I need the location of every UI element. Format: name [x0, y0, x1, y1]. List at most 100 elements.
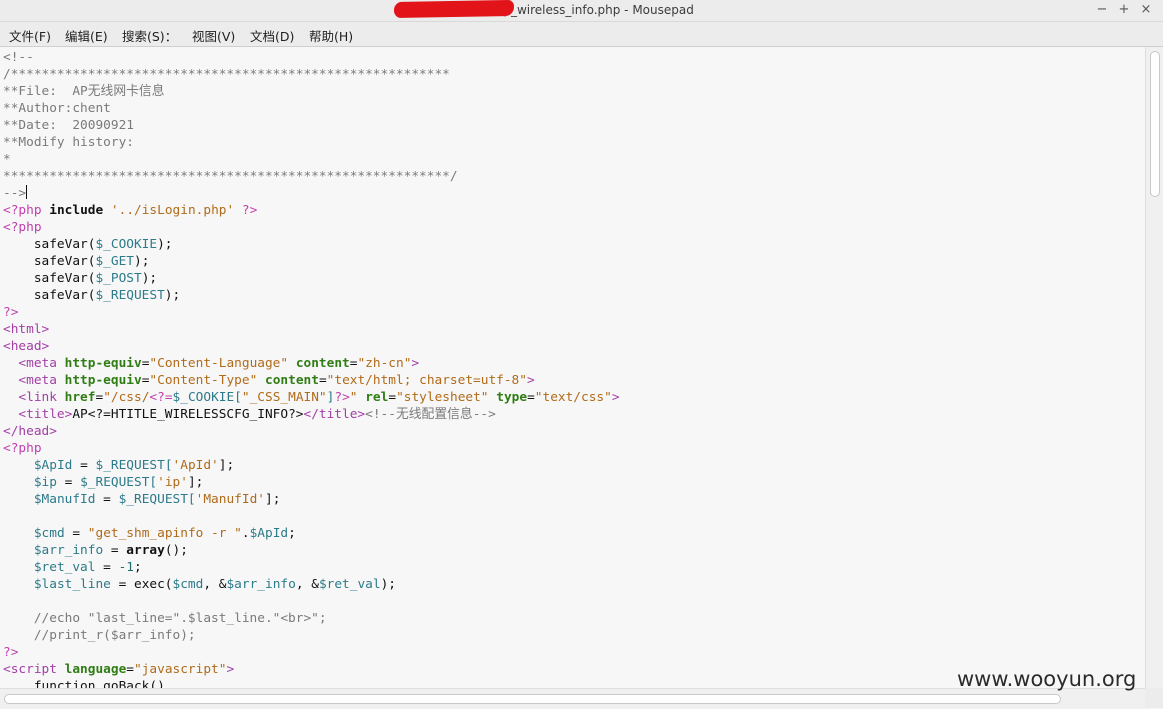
code-line: //print_r($arr_info); — [3, 627, 620, 644]
code-token: ?> — [3, 305, 19, 320]
code-token: type — [496, 390, 528, 405]
code-token: = — [72, 458, 96, 473]
code-token: <link — [3, 390, 65, 405]
code-token: $ip — [33, 475, 57, 490]
code-line: <title>AP<?=HTITLE_WIRELESSCFG_INFO?></t… — [3, 406, 620, 423]
code-token: , & — [295, 577, 319, 592]
code-token: $_REQUEST[ — [80, 475, 158, 490]
code-token: </title> — [303, 407, 366, 422]
menu-document[interactable]: 文档(D) — [250, 26, 294, 45]
menu-help[interactable]: 帮助(H) — [309, 26, 353, 45]
code-token: safeVar( — [3, 271, 96, 286]
code-line: --> — [3, 185, 620, 202]
code-token: ); — [133, 254, 150, 269]
code-line: //echo "last_line=".$last_line."<br>"; — [3, 610, 620, 627]
code-token: $_COOKIE[ — [172, 390, 242, 405]
code-line: <script language="javascript"> — [3, 661, 620, 678]
code-token: <meta — [3, 356, 65, 371]
horizontal-scrollbar[interactable] — [0, 688, 1145, 709]
code-token: "text/html; charset=utf-8" — [326, 373, 527, 388]
code-line: **File: AP无线网卡信息 — [3, 83, 620, 100]
watermark: www.wooyun.org — [957, 667, 1137, 691]
menu-file[interactable]: 文件(F) — [9, 26, 51, 45]
code-line: **Date: 20090921 — [3, 117, 620, 134]
text-cursor — [26, 185, 28, 199]
code-token: <!-- — [3, 50, 34, 65]
code-token: /***************************************… — [3, 67, 450, 82]
code-line: **Modify history: — [3, 134, 620, 151]
code-line: ****************************************… — [3, 168, 620, 185]
code-token: "javascript" — [134, 662, 227, 677]
code-token: > — [611, 390, 620, 405]
code-token: safeVar( — [3, 288, 96, 303]
code-token: , & — [203, 577, 227, 592]
code-token: http-equiv — [64, 373, 142, 388]
window-title: / ap/ap_wireless_info.php - Mousepad — [469, 3, 694, 17]
code-token: "Content-Type" — [149, 373, 258, 388]
menu-bar: 文件(F) 编辑(E) 搜索(S)： 视图(V) 文档(D) 帮助(H) — [0, 22, 1163, 47]
scrollbar-corner — [1145, 688, 1163, 708]
code-token: **Author:chent — [3, 101, 111, 116]
code-line: <meta http-equiv="Content-Type" content=… — [3, 372, 620, 389]
code-token: 'ip' — [157, 475, 188, 490]
minimize-button[interactable]: − — [1093, 2, 1111, 18]
menu-search[interactable]: 搜索(S)： — [122, 26, 177, 45]
code-token: safeVar( — [3, 237, 96, 252]
code-token: = — [103, 543, 127, 558]
menu-view[interactable]: 视图(V) — [192, 26, 235, 45]
code-line: <html> — [3, 321, 620, 338]
code-token: $arr_info — [33, 543, 104, 558]
code-token: ; — [134, 560, 142, 575]
code-token: ; — [288, 526, 296, 541]
redaction-mark — [393, 0, 515, 19]
code-token: = — [318, 373, 327, 388]
menu-edit[interactable]: 编辑(E) — [65, 26, 108, 45]
code-line: $arr_info = array(); — [3, 542, 620, 559]
code-token: AP<?=HTITLE_WIRELESSCFG_INFO?> — [72, 407, 304, 422]
code-line: ?> — [3, 644, 620, 661]
code-line: <!-- — [3, 49, 620, 66]
code-token: $_REQUEST[ — [118, 492, 196, 507]
code-line: safeVar($_POST); — [3, 270, 620, 287]
code-token: ); — [141, 271, 158, 286]
code-token: $_REQUEST[ — [95, 458, 173, 473]
code-token: = — [527, 390, 535, 405]
code-line: $ret_val = -1; — [3, 559, 620, 576]
title-bar[interactable]: / ap/ap_wireless_info.php - Mousepad − +… — [0, 0, 1163, 22]
code-token: content — [265, 373, 319, 388]
code-token: "_CSS_MAIN" — [241, 390, 327, 405]
code-token: <script — [3, 662, 65, 677]
code-token: "zh-cn" — [357, 356, 412, 371]
code-token: --> — [3, 186, 27, 201]
code-token: "get_shm_apinfo -r " — [87, 526, 242, 541]
code-token: "stylesheet" — [396, 390, 489, 405]
editor-text-area[interactable]: <!-- /***********************************… — [0, 47, 1145, 688]
code-token: "Content-Language" — [149, 356, 289, 371]
code-token: $ret_val — [33, 560, 96, 575]
code-line: $ApId = $_REQUEST['ApId']; — [3, 457, 620, 474]
code-token: rel — [365, 390, 389, 405]
code-token: content — [295, 356, 350, 371]
horizontal-scroll-thumb[interactable] — [4, 694, 1061, 704]
code-token: include — [49, 203, 104, 218]
code-line: /***************************************… — [3, 66, 620, 83]
maximize-button[interactable]: + — [1115, 2, 1133, 18]
code-token: = — [126, 662, 134, 677]
vertical-scroll-thumb[interactable] — [1150, 51, 1160, 197]
code-token: -1 — [118, 560, 135, 575]
code-token: //echo "last_line=".$last_line."<br>"; — [3, 611, 327, 626]
code-token: //print_r($arr_info); — [3, 628, 196, 643]
code-line: safeVar($_COOKIE); — [3, 236, 620, 253]
code-line: <?php — [3, 440, 620, 457]
code-token: = exec( — [110, 577, 173, 592]
vertical-scrollbar[interactable] — [1145, 47, 1163, 688]
code-token: > — [226, 662, 235, 677]
code-line: safeVar($_REQUEST); — [3, 287, 620, 304]
close-button[interactable]: × — [1137, 2, 1155, 18]
